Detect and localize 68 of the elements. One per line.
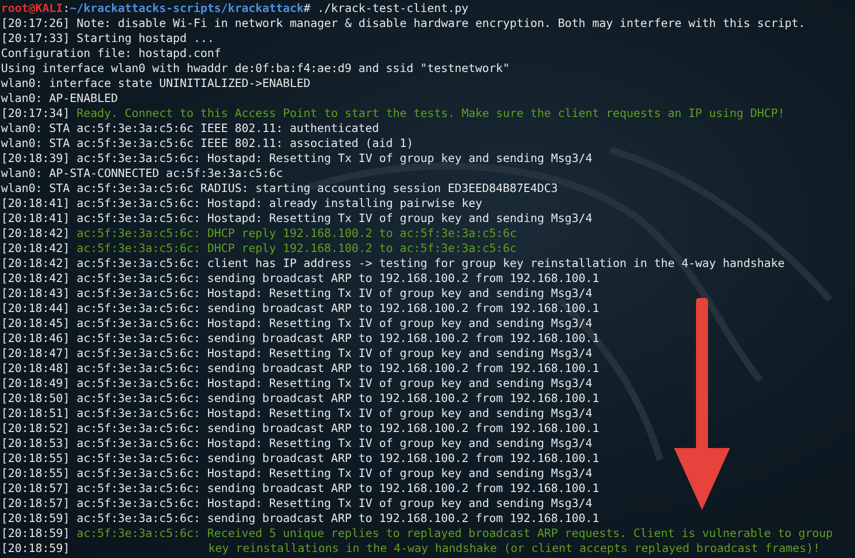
log-message: ac:5f:3e:3a:c5:6c: sending broadcast ARP to 192.168.100.2 from 192.168.100.1 [76,451,600,466]
log-message: ac:5f:3e:3a:c5:6c: Hostapd: Resetting Tx IV of group key and sending Msg3/4 [76,211,592,226]
log-timestamp: [20:18:57] [1,496,70,511]
log-message: ac:5f:3e:3a:c5:6c: Hostapd: Resetting Tx IV of group key and sending Msg3/4 [76,406,592,421]
log-timestamp: [20:18:47] [1,346,70,361]
log-message: wlan0: interface state UNINITIALIZED->ENABLED [1,76,310,91]
log-message: wlan0: STA ac:5f:3e:3a:c5:6c IEEE 802.11: authenticated [1,121,380,136]
log-message: ac:5f:3e:3a:c5:6c: Hostapd: Resetting Tx IV of group key and sending Msg3/4 [76,286,592,301]
log-message: wlan0: AP-STA-CONNECTED ac:5f:3e:3a:c5:6c [1,166,283,181]
log-message: ac:5f:3e:3a:c5:6c: DHCP reply 192.168.100.2 to ac:5f:3e:3a:c5:6c [76,241,517,256]
log-message: ac:5f:3e:3a:c5:6c: Hostapd: Resetting Tx IV of group key and sending Msg3/4 [76,376,592,391]
log-timestamp: [20:18:52] [1,421,70,436]
log-message: ac:5f:3e:3a:c5:6c: Received 5 unique replies to replayed broadcast ARP requests. Client is vulnerable to group [76,526,833,541]
log-message: ac:5f:3e:3a:c5:6c: DHCP reply 192.168.100.2 to ac:5f:3e:3a:c5:6c [76,226,517,241]
log-timestamp: [20:18:51] [1,406,70,421]
log-timestamp: [20:18:48] [1,361,70,376]
log-message: ac:5f:3e:3a:c5:6c: sending broadcast ARP to 192.168.100.2 from 192.168.100.1 [76,271,600,286]
log-timestamp: [20:18:49] [1,376,70,391]
log-message: wlan0: STA ac:5f:3e:3a:c5:6c IEEE 802.11: associated (aid 1) [1,136,414,151]
log-timestamp: [20:18:55] [1,451,70,466]
log-timestamp: [20:18:50] [1,391,70,406]
log-timestamp: [20:18:59] [1,526,70,541]
log-message: wlan0: AP-ENABLED [1,91,118,106]
log-message: Configuration file: hostapd.conf [1,46,221,61]
log-timestamp: [20:18:43] [1,286,70,301]
log-message: ac:5f:3e:3a:c5:6c: sending broadcast ARP to 192.168.100.2 from 192.168.100.1 [76,301,600,316]
log-message: ac:5f:3e:3a:c5:6c: Hostapd: already installing pairwise key [76,196,482,211]
log-timestamp: [20:18:42] [1,241,70,256]
log-message: ac:5f:3e:3a:c5:6c: sending broadcast ARP to 192.168.100.2 from 192.168.100.1 [76,421,600,436]
log-timestamp: [20:17:26] [1,16,70,31]
log-message: ac:5f:3e:3a:c5:6c: Hostapd: Resetting Tx IV of group key and sending Msg3/4 [76,496,592,511]
log-timestamp: [20:18:59] [1,511,70,526]
log-message: ac:5f:3e:3a:c5:6c: sending broadcast ARP to 192.168.100.2 from 192.168.100.1 [76,481,600,496]
log-message: Note: disable Wi-Fi in network manager & disable hardware encryption. Both may interfere with this script. [76,16,806,31]
log-message: ac:5f:3e:3a:c5:6c: sending broadcast ARP to 192.168.100.2 from 192.168.100.1 [76,361,600,376]
log-message: ac:5f:3e:3a:c5:6c: Hostapd: Resetting Tx IV of group key and sending Msg3/4 [76,436,592,451]
log-timestamp: [20:18:41] [1,196,70,211]
log-timestamp: [20:18:59] [1,541,70,556]
log-message: Ready. Connect to this Access Point to start the tests. Make sure the client requests an IP using DHCP! [76,106,785,121]
log-message: wlan0: STA ac:5f:3e:3a:c5:6c RADIUS: starting accounting session ED3EED84B87E4DC3 [1,181,558,196]
prompt-path: ~/krackattacks-scripts/krackattack [70,1,304,16]
log-message: ac:5f:3e:3a:c5:6c: Hostapd: Resetting Tx IV of group key and sending Msg3/4 [76,346,592,361]
log-timestamp: [20:17:34] [1,106,70,121]
log-timestamp: [20:18:53] [1,436,70,451]
log-timestamp: [20:18:42] [1,271,70,286]
log-timestamp: [20:18:55] [1,466,70,481]
log-message: Starting hostapd ... [76,31,214,46]
log-message: ac:5f:3e:3a:c5:6c: Hostapd: Resetting Tx IV of group key and sending Msg3/4 [76,466,592,481]
log-timestamp: [20:17:33] [1,31,70,46]
log-timestamp: [20:18:44] [1,301,70,316]
log-timestamp: [20:18:57] [1,481,70,496]
log-timestamp: [20:18:42] [1,226,70,241]
log-timestamp: [20:18:45] [1,316,70,331]
log-timestamp: [20:18:42] [1,256,70,271]
log-message: ac:5f:3e:3a:c5:6c: Hostapd: Resetting Tx IV of group key and sending Msg3/4 [76,151,592,166]
log-timestamp: [20:18:39] [1,151,70,166]
log-message: Using interface wlan0 with hwaddr de:0f:ba:f4:ae:d9 and ssid "testnetwork" [1,61,510,76]
log-message: ac:5f:3e:3a:c5:6c: sending broadcast ARP to 192.168.100.2 from 192.168.100.1 [76,331,600,346]
prompt-command: # ./krack-test-client.py [303,1,468,16]
log-message: key reinstallations in the 4-way handshake (or client accepts replayed broadcast frames)! [207,541,820,556]
log-message: ac:5f:3e:3a:c5:6c: Hostapd: Resetting Tx IV of group key and sending Msg3/4 [76,316,592,331]
prompt-separator: : [62,1,70,16]
prompt-user: root@KALI [1,1,63,16]
log-message: ac:5f:3e:3a:c5:6c: sending broadcast ARP to 192.168.100.2 from 192.168.100.1 [76,391,600,406]
log-message: ac:5f:3e:3a:c5:6c: sending broadcast ARP to 192.168.100.2 from 192.168.100.1 [76,511,600,526]
log-timestamp: [20:18:46] [1,331,70,346]
log-timestamp: [20:18:41] [1,211,70,226]
log-message: ac:5f:3e:3a:c5:6c: client has IP address -> testing for group key reinstallation in the 4-way handshake [76,256,785,271]
